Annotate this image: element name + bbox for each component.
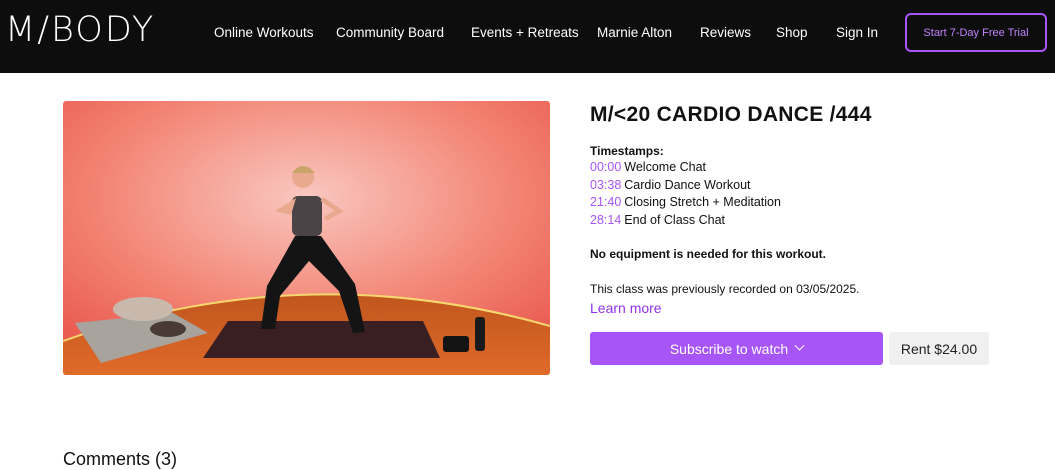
workout-details: M/<20 CARDIO DANCE /444 Timestamps: 00:0… [590,101,1030,365]
equipment-note: No equipment is needed for this workout. [590,247,827,261]
timestamp-link[interactable]: 00:00 [590,160,621,174]
recorded-date-note: This class was previously recorded on 03… [590,282,860,296]
timestamp-row: 21:40 Closing Stretch + Meditation [590,194,1030,212]
nav-sign-in[interactable]: Sign In [836,25,878,40]
timestamp-label: End of Class Chat [624,212,726,227]
nav-community-board[interactable]: Community Board [336,25,444,40]
nav-reviews[interactable]: Reviews [700,25,751,40]
video-thumbnail[interactable] [63,101,550,375]
nav-online-workouts[interactable]: Online Workouts [214,25,314,40]
timestamp-link[interactable]: 21:40 [590,195,621,209]
timestamp-link[interactable]: 28:14 [590,213,621,227]
start-free-trial-button[interactable]: Start 7-Day Free Trial [905,13,1047,52]
nav-events-retreats[interactable]: Events + Retreats [471,25,579,40]
timestamp-label: Cardio Dance Workout [624,177,751,192]
learn-more-link[interactable]: Learn more [590,299,662,317]
chevron-down-icon [794,340,805,351]
timestamp-row: 03:38 Cardio Dance Workout [590,177,1030,195]
nav-shop[interactable]: Shop [776,25,808,40]
timestamp-label: Welcome Chat [624,160,707,174]
timestamps-heading: Timestamps: [590,144,664,158]
subscribe-label: Subscribe to watch [669,340,789,357]
timestamp-row: 28:14 End of Class Chat [590,212,1030,230]
site-logo[interactable]: M/BODY [5,10,155,50]
timestamp-label: Closing Stretch + Meditation [624,195,781,209]
workout-title: M/<20 CARDIO DANCE /444 [590,103,872,126]
video-scene [63,101,550,375]
comments-heading: Comments (3) [63,449,178,469]
top-navigation: M/BODY Online Workouts Community Board E… [0,0,1055,73]
rent-button[interactable]: Rent $24.00 [889,332,989,365]
subscribe-to-watch-button[interactable]: Subscribe to watch [590,332,883,365]
nav-marnie-alton[interactable]: Marnie Alton [597,25,672,40]
timestamp-link[interactable]: 03:38 [590,178,621,192]
timestamp-row: 00:00 Welcome Chat [590,159,1030,177]
